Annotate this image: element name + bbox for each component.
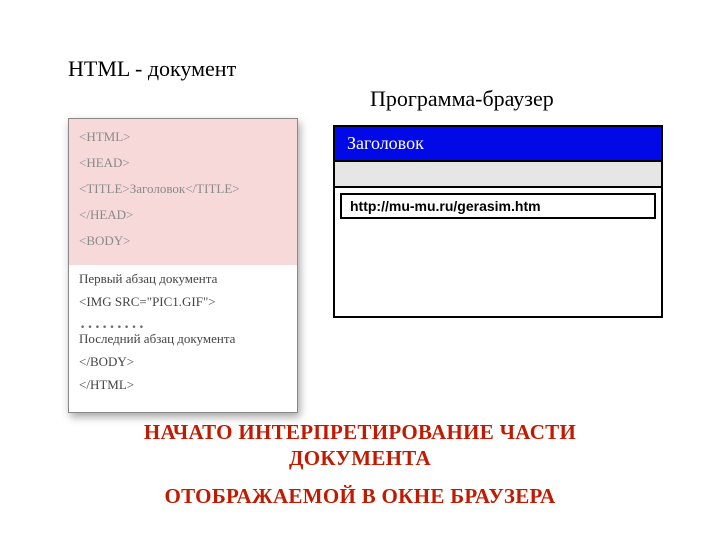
heading-browser: Программа-браузер xyxy=(370,86,554,112)
code-line: Первый абзац документа xyxy=(79,271,287,287)
code-line: Последний абзац документа xyxy=(79,331,287,347)
browser-titlebar: Заголовок xyxy=(335,127,661,160)
browser-addressbar-wrap: http://mu-mu.ru/gerasim.htm xyxy=(335,188,661,224)
code-line: <TITLE>Заголовок</TITLE> xyxy=(79,181,287,197)
browser-viewport xyxy=(335,224,661,316)
code-highlight-block: <HTML> <HEAD> <TITLE>Заголовок</TITLE> <… xyxy=(69,119,297,265)
caption-line-1: НАЧАТО ИНТЕРПРЕТИРОВАНИЕ ЧАСТИ xyxy=(0,420,720,445)
code-ellipsis: ……… xyxy=(79,317,287,325)
caption-line-2: ДОКУМЕНТА xyxy=(0,446,720,471)
code-line: <BODY> xyxy=(79,233,287,249)
code-body-block: Первый абзац документа <IMG SRC="PIC1.GI… xyxy=(69,265,297,412)
code-line: </HEAD> xyxy=(79,207,287,223)
heading-html-document: HTML - документ xyxy=(68,56,236,82)
browser-toolbar xyxy=(335,160,661,188)
browser-addressbar[interactable]: http://mu-mu.ru/gerasim.htm xyxy=(340,193,656,219)
code-panel: <HTML> <HEAD> <TITLE>Заголовок</TITLE> <… xyxy=(68,118,298,413)
code-line: <HTML> xyxy=(79,129,287,145)
code-line: </HTML> xyxy=(79,377,287,393)
caption-line-3: ОТОБРАЖАЕМОЙ В ОКНЕ БРАУЗЕРА xyxy=(0,484,720,509)
code-line: </BODY> xyxy=(79,354,287,370)
browser-window: Заголовок http://mu-mu.ru/gerasim.htm xyxy=(333,125,663,318)
code-line: <HEAD> xyxy=(79,155,287,171)
